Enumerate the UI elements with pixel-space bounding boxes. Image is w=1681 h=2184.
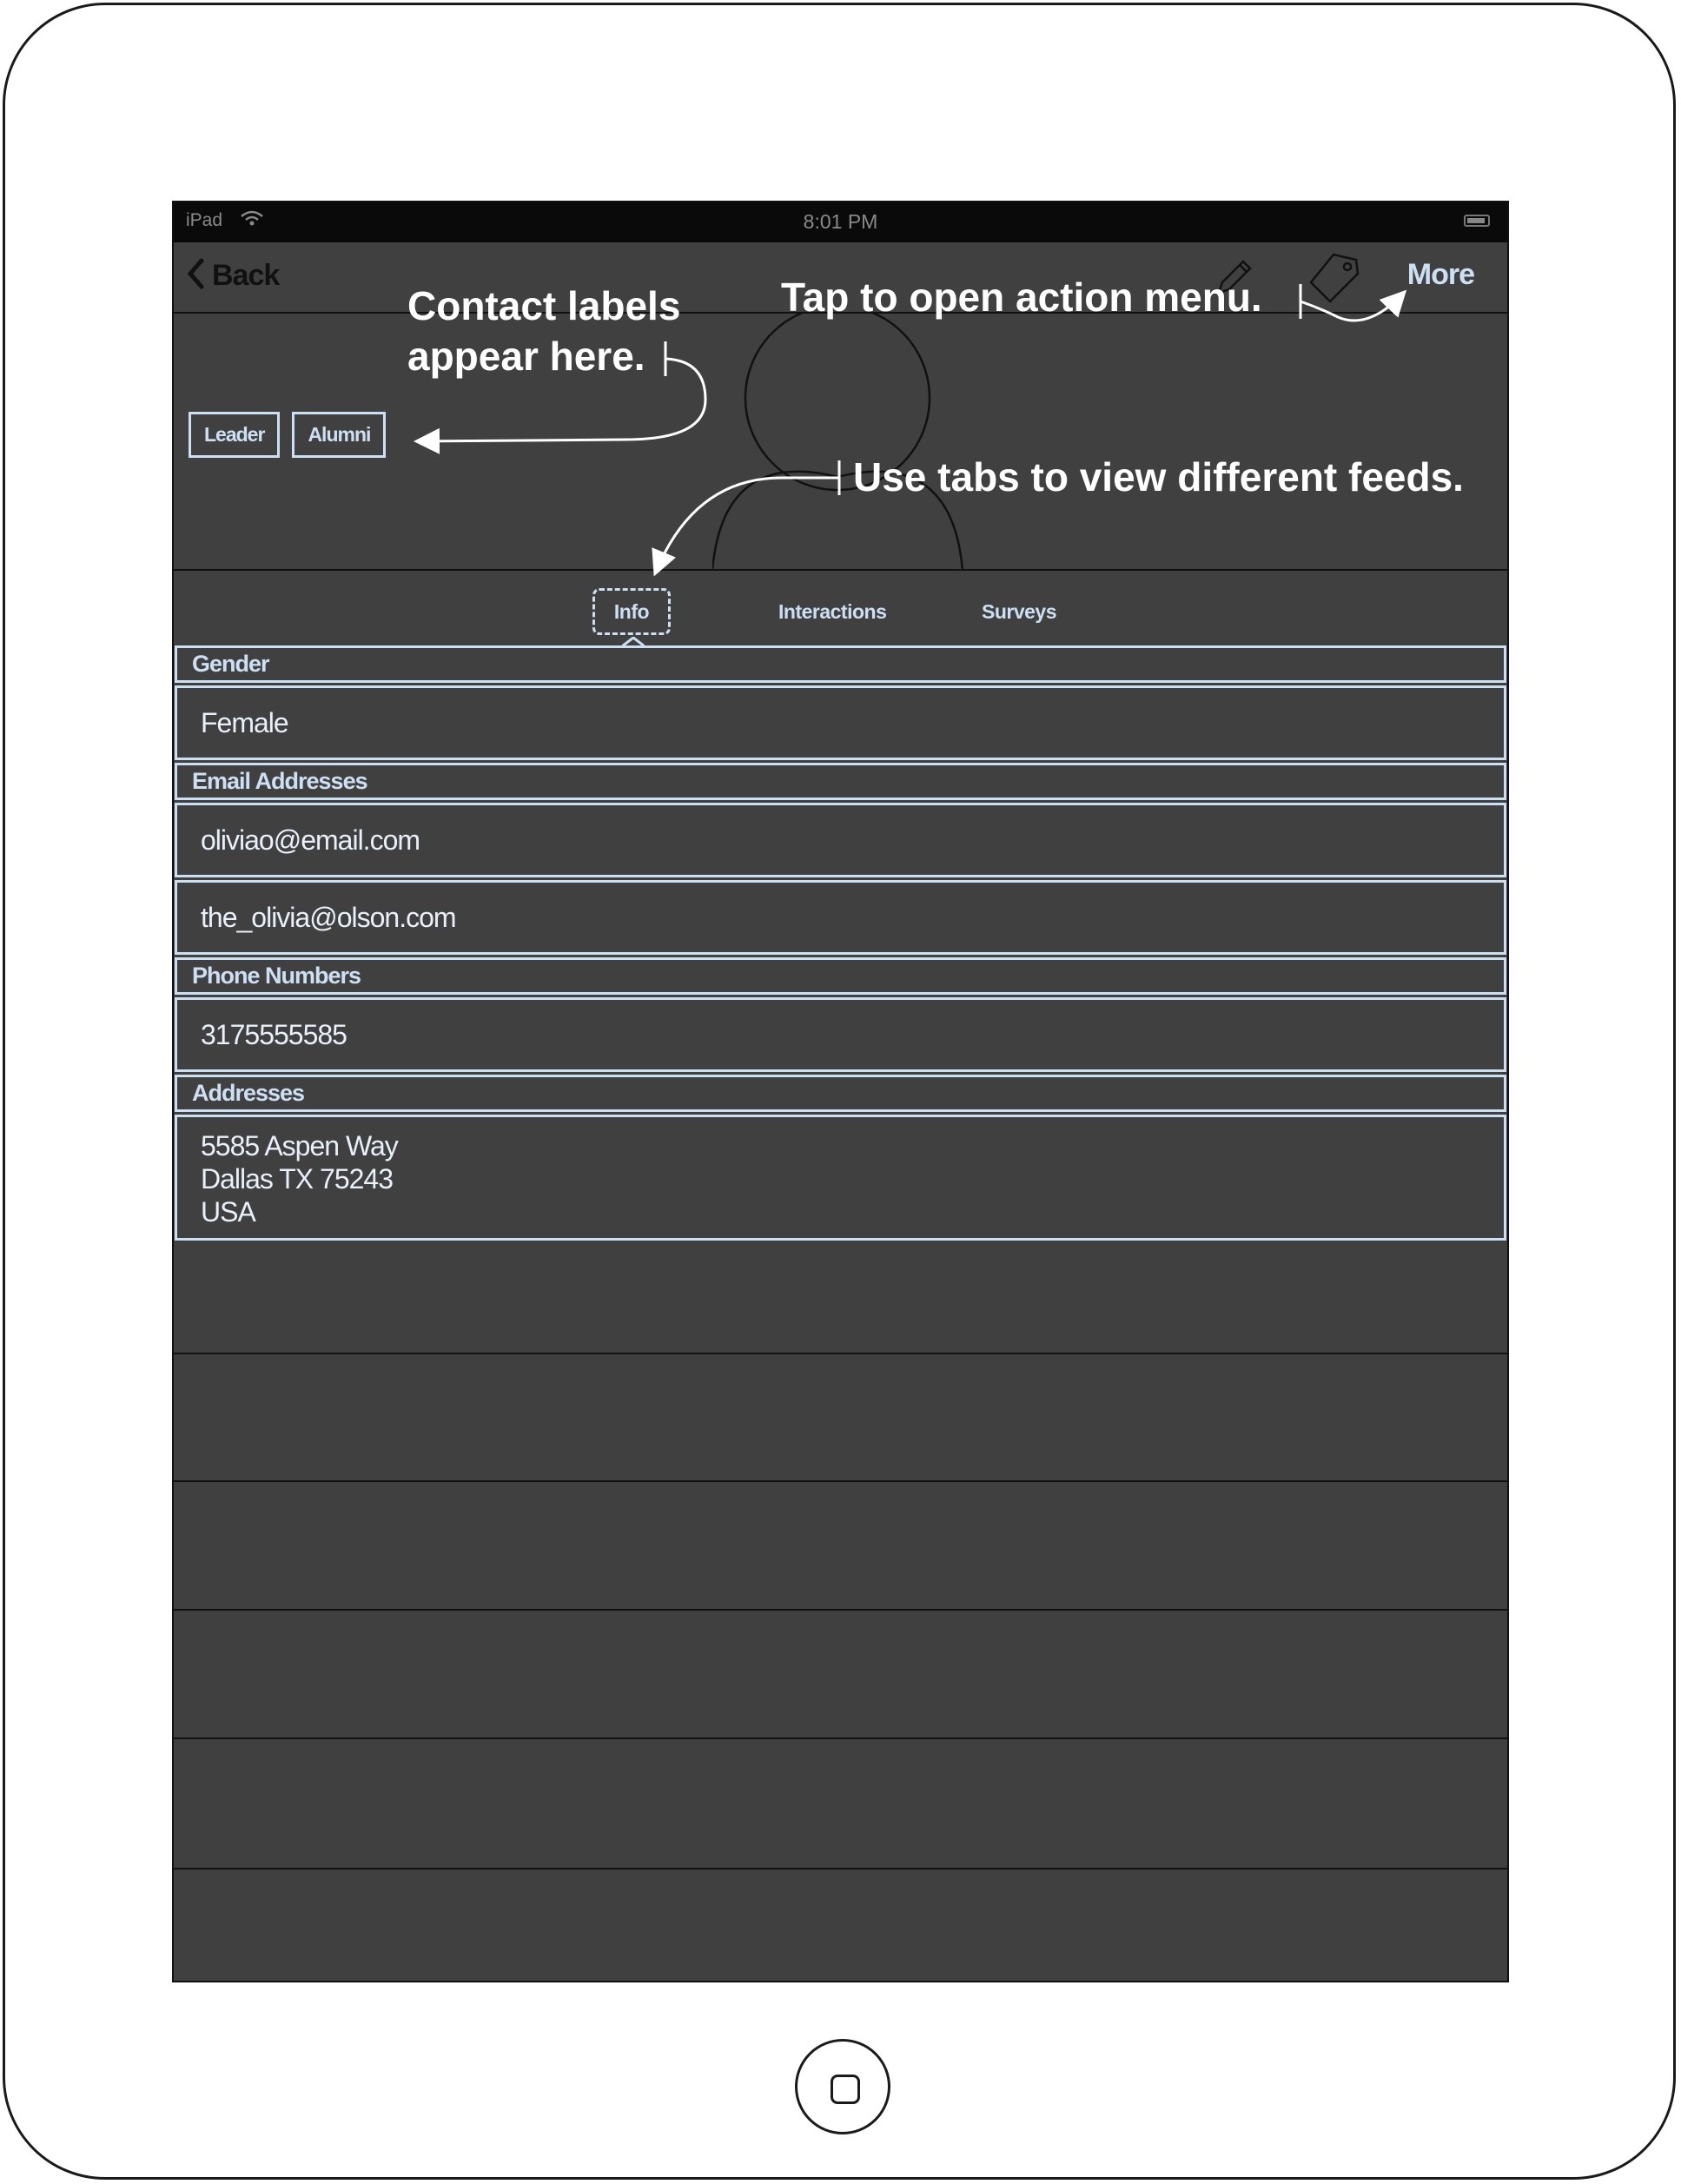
gender-value[interactable]: Female [175, 685, 1506, 760]
label-chip-leader[interactable]: Leader [189, 412, 281, 458]
section-header-address: Addresses [175, 1075, 1506, 1112]
feed-tabs: Info Interactions Surveys [174, 571, 1507, 648]
app-screen: iPad 8:01 PM Back More Leader Alumni Inf… [172, 201, 1509, 1982]
section-header-gender: Gender [175, 645, 1506, 683]
label-chip-alumni[interactable]: Alumni [292, 412, 387, 458]
section-header-email: Email Addresses [175, 763, 1506, 800]
empty-row [174, 1480, 1507, 1482]
back-label: Back [212, 258, 280, 292]
status-time: 8:01 PM [803, 210, 878, 233]
address-row[interactable]: 5585 Aspen Way Dallas TX 75243 USA [175, 1115, 1506, 1241]
contact-labels: Leader Alumni [189, 412, 387, 458]
contact-header: Leader Alumni [174, 314, 1507, 571]
address-line-1: 5585 Aspen Way [201, 1130, 399, 1161]
section-header-phone: Phone Numbers [175, 957, 1506, 995]
empty-row [174, 1737, 1507, 1739]
tab-surveys[interactable]: Surveys [982, 588, 1057, 635]
tag-icon[interactable] [1307, 251, 1361, 309]
avatar-placeholder-icon [711, 314, 982, 569]
battery-icon [1464, 215, 1490, 227]
more-button[interactable]: More [1407, 258, 1475, 292]
tab-info[interactable]: Info [592, 588, 671, 635]
home-button-icon[interactable] [795, 2039, 890, 2134]
empty-row [174, 1868, 1507, 1870]
back-chevron-icon [186, 258, 205, 294]
empty-row [174, 1353, 1507, 1354]
pencil-icon[interactable] [1212, 255, 1257, 304]
navigation-bar: Back More [174, 242, 1507, 314]
info-list: Gender Female Email Addresses oliviao@em… [174, 645, 1507, 1243]
tab-interactions[interactable]: Interactions [778, 588, 887, 635]
empty-row [174, 1609, 1507, 1611]
status-bar: iPad 8:01 PM [174, 202, 1507, 242]
email-row-1[interactable]: oliviao@email.com [175, 803, 1506, 877]
address-line-2: Dallas TX 75243 [201, 1163, 394, 1195]
phone-row[interactable]: 3175555585 [175, 997, 1506, 1072]
email-row-2[interactable]: the_olivia@olson.com [175, 880, 1506, 955]
back-button[interactable]: Back [186, 255, 280, 296]
address-line-3: USA [201, 1196, 256, 1228]
